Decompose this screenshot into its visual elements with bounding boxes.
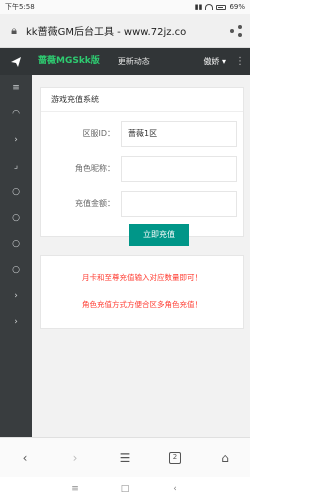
more-icon[interactable]: ⋮ <box>230 56 250 67</box>
notice-box: 月卡和至尊充值输入对应数量即可！ 角色充值方式方便合区多角色充值！ <box>40 255 244 329</box>
sidebar-item-circle-icon[interactable]: ○ <box>0 231 32 257</box>
sidebar-item-chevron-icon[interactable]: › <box>0 127 32 153</box>
status-bar: 下午5:58 ▮▮ 69% <box>0 0 250 14</box>
battery-icon <box>216 4 227 10</box>
sidebar-menu-icon[interactable]: ≡ <box>0 75 32 101</box>
address-bar[interactable]: 🔒︎ kk蔷薇GM后台工具 - www.72jz.co <box>0 14 250 48</box>
notice-line-1: 月卡和至尊充值输入对应数量即可！ <box>82 273 202 282</box>
role-row: 角色昵称： <box>41 156 245 182</box>
sidebar-item-corner-icon[interactable]: ⌟ <box>0 153 32 179</box>
brand-title[interactable]: 蔷薇MGSkk版 <box>32 48 108 75</box>
submit-recharge-button[interactable]: 立即充值 <box>129 224 189 246</box>
signal-icon: ▮▮ <box>194 3 203 11</box>
nav-link-updates[interactable]: 更新动态 <box>108 48 160 75</box>
recharge-card: 游戏充值系统 区服ID： 蔷薇1区 角色昵称： 充值金额： 立即充值 <box>40 87 245 246</box>
zone-input[interactable]: 蔷薇1区 <box>121 121 237 147</box>
sidebar-item-chevron-icon[interactable]: › <box>0 283 32 309</box>
amount-row: 充值金额： <box>41 191 245 217</box>
card-title: 游戏充值系统 <box>41 88 243 112</box>
share-icon[interactable] <box>228 23 244 39</box>
top-nav: 蔷薇MGSkk版 更新动态 傲娇 ▾ ⋮ <box>0 48 250 75</box>
lock-icon: 🔒︎ <box>11 23 17 37</box>
sidebar: ≡ ◠ › ⌟ ○ ○ ○ ○ › › <box>0 75 32 437</box>
browser-toolbar: ‹ › ☰ 2 ⌂ <box>0 437 250 477</box>
zone-label: 区服ID： <box>82 129 115 138</box>
sidebar-item-chevron-icon[interactable]: › <box>0 309 32 335</box>
tab-count-icon: 2 <box>169 451 181 464</box>
forward-icon[interactable]: › <box>65 448 85 468</box>
zone-row: 区服ID： 蔷薇1区 <box>41 121 245 147</box>
wifi-icon <box>205 4 214 10</box>
sidebar-item-circle-icon[interactable]: ○ <box>0 205 32 231</box>
status-time: 下午5:58 <box>5 3 35 11</box>
home-icon[interactable]: ⌂ <box>215 448 235 468</box>
home-button-icon[interactable]: □ <box>119 484 131 494</box>
android-nav-bar: ≡ □ ‹ <box>0 477 250 500</box>
battery-level: 69% <box>229 3 245 11</box>
sidebar-item-circle-icon[interactable]: ○ <box>0 257 32 283</box>
tabs-button[interactable]: 2 <box>165 448 185 468</box>
notice-line-2: 角色充值方式方便合区多角色充值！ <box>82 300 202 309</box>
main-content: 游戏充值系统 区服ID： 蔷薇1区 角色昵称： 充值金额： 立即充值 月卡和至尊… <box>32 75 250 437</box>
menu-icon[interactable]: ☰ <box>115 448 135 468</box>
role-name-input[interactable] <box>121 156 237 182</box>
amount-label: 充值金额： <box>75 199 115 208</box>
status-icons: ▮▮ 69% <box>195 3 245 11</box>
back-icon[interactable]: ‹ <box>15 448 35 468</box>
sidebar-item-circle-icon[interactable]: ○ <box>0 179 32 205</box>
back-button-icon[interactable]: ‹ <box>169 484 181 494</box>
role-label: 角色昵称： <box>75 164 115 173</box>
recent-apps-icon[interactable]: ≡ <box>69 484 81 494</box>
user-menu[interactable]: 傲娇 ▾ <box>203 56 230 67</box>
paper-plane-icon[interactable] <box>0 48 32 75</box>
amount-input[interactable] <box>121 191 237 217</box>
url-text[interactable]: kk蔷薇GM后台工具 - www.72jz.co <box>22 23 228 38</box>
sidebar-item-arc-icon[interactable]: ◠ <box>0 101 32 127</box>
